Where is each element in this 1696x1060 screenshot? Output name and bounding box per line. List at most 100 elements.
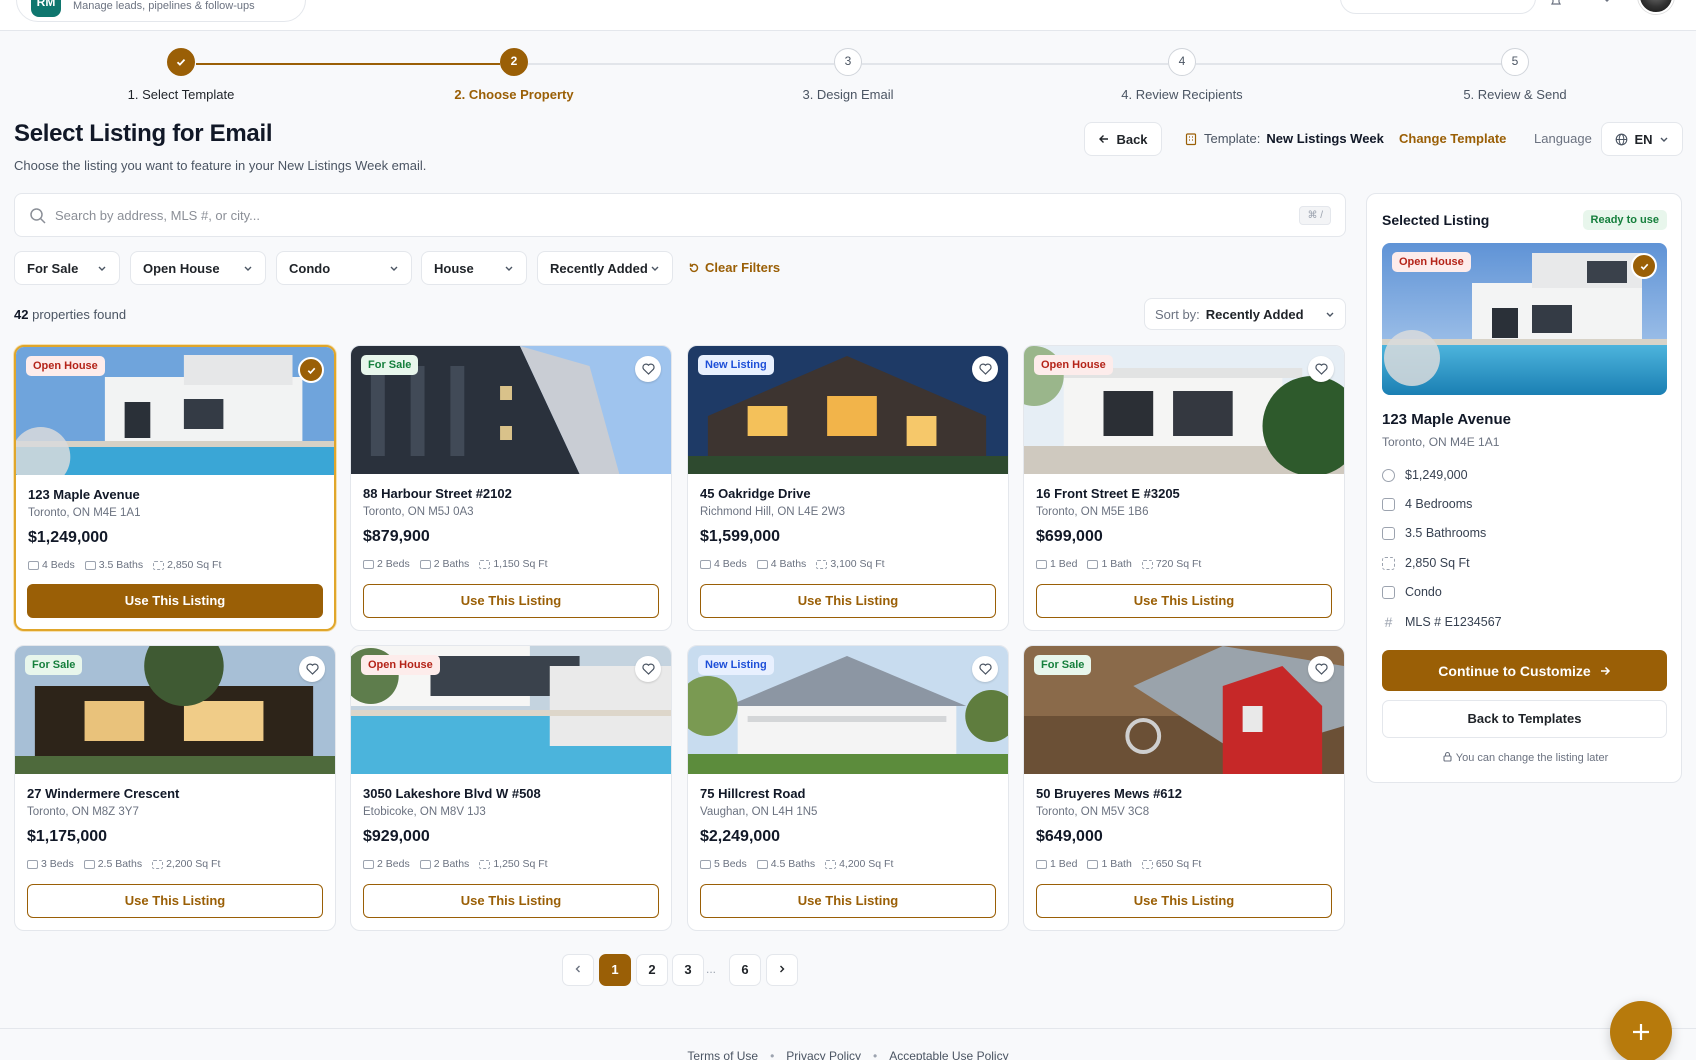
use-listing-button[interactable]: Use This Listing <box>363 884 659 918</box>
bell-icon[interactable] <box>1548 0 1564 10</box>
listing-search[interactable]: ⌘ / <box>14 193 1346 237</box>
sort-select[interactable]: Sort by: Recently Added <box>1144 298 1346 330</box>
selected-check-icon <box>1631 253 1657 279</box>
selected-title: 123 Maple Avenue <box>1382 411 1511 428</box>
use-listing-button[interactable]: Use This Listing <box>27 884 323 918</box>
listing-card[interactable]: Open House 16 Front Street E #3205 Toronto… <box>1023 345 1345 631</box>
listing-card[interactable]: New Listing 45 Oakridge Drive Richmond Hil… <box>687 345 1009 631</box>
bath-icon <box>84 560 96 570</box>
use-listing-button[interactable]: Use This Listing <box>1036 584 1332 618</box>
heart-icon[interactable] <box>635 656 661 682</box>
use-listing-button[interactable]: Use This Listing <box>363 584 659 618</box>
add-fab-button[interactable] <box>1610 1001 1672 1060</box>
continue-button[interactable]: Continue to Customize <box>1382 650 1667 691</box>
beds-value: 1 Bed <box>1050 558 1078 570</box>
beds-value: 4 Beds <box>42 559 75 571</box>
listing-card[interactable]: Open House 3050 Lakeshore Blvd W #508 Etob… <box>350 645 672 931</box>
step-5-circle[interactable]: 5 <box>1501 48 1529 76</box>
filter-label: Recently Added <box>550 260 648 276</box>
listing-specs: 3 Beds 2.5 Baths 2,200 Sq Ft <box>27 858 220 870</box>
heart-icon[interactable] <box>299 656 325 682</box>
step-4-circle[interactable]: 4 <box>1168 48 1196 76</box>
heart-icon[interactable] <box>1308 656 1334 682</box>
listing-card[interactable]: For Sale 50 Bruyeres Mews #612 Toronto, ON… <box>1023 645 1345 931</box>
global-search[interactable] <box>1340 0 1536 14</box>
step-1-label[interactable]: 1. Select Template <box>81 87 281 102</box>
next-page-button[interactable] <box>766 954 798 986</box>
beds-spec: 4 Beds <box>28 559 75 571</box>
change-template-link[interactable]: Change Template <box>1399 131 1506 146</box>
back-to-templates-button[interactable]: Back to Templates <box>1382 700 1667 738</box>
page-1-button[interactable]: 1 <box>599 954 631 986</box>
page-6-button[interactable]: 6 <box>729 954 761 986</box>
baths-value: 4 Baths <box>770 558 807 570</box>
step-4-label[interactable]: 4. Review Recipients <box>1082 87 1282 102</box>
privacy-link[interactable]: Privacy Policy <box>786 1049 861 1060</box>
step-5-label[interactable]: 5. Review & Send <box>1415 87 1615 102</box>
heart-icon[interactable] <box>972 356 998 382</box>
listing-specs: 2 Beds 2 Baths 1,150 Sq Ft <box>363 558 548 570</box>
bath-icon <box>1087 559 1099 569</box>
filter-open-house[interactable]: Open House <box>130 251 266 285</box>
step-3-label[interactable]: 3. Design Email <box>748 87 948 102</box>
use-listing-button[interactable]: Use This Listing <box>700 884 996 918</box>
sqft-value: 2,850 Sq Ft <box>167 559 222 571</box>
heart-icon[interactable] <box>972 656 998 682</box>
acceptable-use-link[interactable]: Acceptable Use Policy <box>889 1049 1008 1060</box>
language-value: EN <box>1634 131 1653 147</box>
clear-filters-button[interactable]: Clear Filters <box>688 260 780 275</box>
user-avatar[interactable] <box>1638 0 1674 14</box>
listing-card[interactable]: For Sale 88 Harbour Street #2102 Toronto, … <box>350 345 672 631</box>
page-2-button[interactable]: 2 <box>636 954 668 986</box>
beds-value: 1 Bed <box>1050 858 1078 870</box>
filter-home-type[interactable]: House <box>421 251 527 285</box>
globe-icon <box>1616 133 1628 145</box>
step-3-circle[interactable]: 3 <box>834 48 862 76</box>
area-icon <box>1382 556 1395 570</box>
filter-label: Condo <box>289 260 331 276</box>
listing-price: $649,000 <box>1036 828 1103 845</box>
beds-value: 4 Beds <box>714 558 747 570</box>
heart-icon[interactable] <box>1308 356 1334 382</box>
beds-value: 2 Beds <box>377 858 410 870</box>
bed-icon <box>1036 559 1047 569</box>
heart-icon[interactable] <box>635 356 661 382</box>
prev-page-button[interactable] <box>562 954 594 986</box>
listing-card[interactable]: For Sale 27 Windermere Crescent Toronto, O… <box>14 645 336 931</box>
step-2-label[interactable]: 2. Choose Property <box>414 87 614 102</box>
step-1-circle[interactable] <box>167 48 195 76</box>
bed-icon <box>1382 497 1395 511</box>
listing-badge: New Listing <box>698 355 774 375</box>
terms-link[interactable]: Terms of Use <box>687 1049 758 1060</box>
selected-sqft: 2,850 Sq Ft <box>1405 556 1470 570</box>
back-button[interactable]: Back <box>1084 122 1162 156</box>
chevron-down-icon[interactable] <box>1599 0 1615 10</box>
listing-card[interactable]: Open House 123 Maple Avenue Toronto, ON M4… <box>14 345 336 631</box>
listing-specs: 1 Bed 1 Bath 650 Sq Ft <box>1036 858 1201 870</box>
results-number: 42 <box>14 307 29 322</box>
step-2-circle[interactable]: 2 <box>500 48 528 76</box>
page-3-button[interactable]: 3 <box>672 954 704 986</box>
sort-label: Sort by: <box>1155 306 1200 322</box>
filter-date-added[interactable]: Recently Added <box>537 251 673 285</box>
filter-property-type[interactable]: Condo <box>276 251 412 285</box>
bath-icon <box>1382 526 1395 540</box>
template-prefix: Template: <box>1204 131 1261 146</box>
listing-specs: 4 Beds 3.5 Baths 2,850 Sq Ft <box>28 559 221 571</box>
use-listing-button[interactable]: Use This Listing <box>1036 884 1332 918</box>
use-listing-button[interactable]: Use This Listing <box>700 584 996 618</box>
bath-icon <box>756 559 768 569</box>
brand-pill[interactable]: RM Manage leads, pipelines & follow-ups <box>16 0 306 22</box>
listing-badge: For Sale <box>361 355 419 375</box>
baths-value: 1 Bath <box>1101 858 1132 870</box>
filter-status[interactable]: For Sale <box>14 251 120 285</box>
language-select[interactable]: EN <box>1601 122 1683 156</box>
listing-card[interactable]: New Listing 75 Hillcrest Road Vaughan, ON … <box>687 645 1009 931</box>
listing-address: Richmond Hill, ON L4E 2W3 <box>700 506 846 518</box>
language-label: Language <box>1534 131 1592 146</box>
step-connector <box>862 63 1168 65</box>
use-listing-button[interactable]: Use This Listing <box>27 584 323 618</box>
search-input[interactable] <box>55 202 1255 228</box>
listing-specs: 5 Beds 4.5 Baths 4,200 Sq Ft <box>700 858 893 870</box>
sqft-value: 2,200 Sq Ft <box>166 858 221 870</box>
